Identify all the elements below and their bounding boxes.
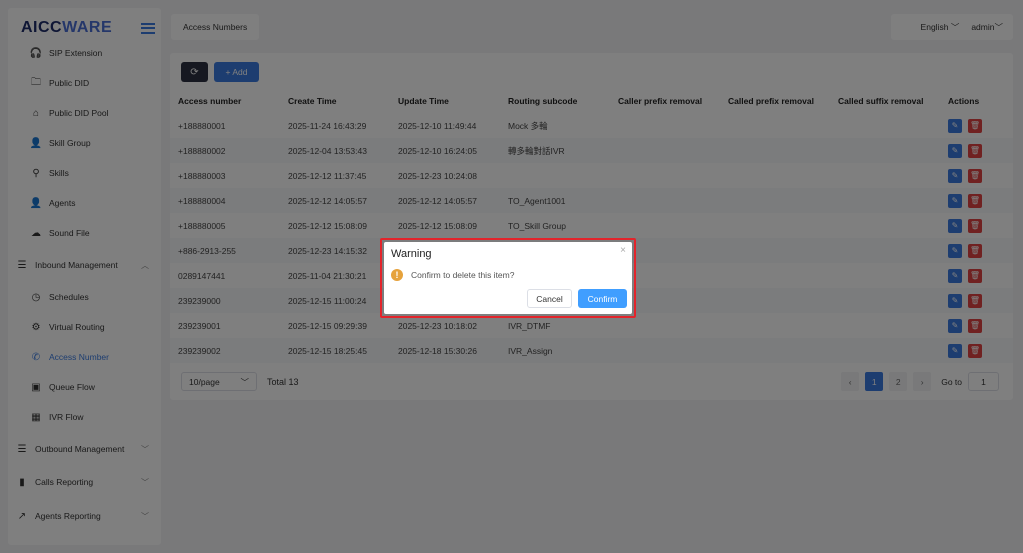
warning-dialog: Warning × ! Confirm to delete this item?… bbox=[384, 242, 632, 314]
cancel-button[interactable]: Cancel bbox=[527, 289, 572, 308]
warning-icon: ! bbox=[391, 269, 403, 281]
dialog-title: Warning bbox=[391, 248, 432, 260]
close-icon[interactable]: × bbox=[620, 245, 626, 256]
dialog-buttons: Cancel Confirm bbox=[527, 289, 627, 308]
dialog-message: Confirm to delete this item? bbox=[411, 270, 515, 280]
dialog-message-row: ! Confirm to delete this item? bbox=[391, 269, 514, 281]
confirm-button[interactable]: Confirm bbox=[578, 289, 627, 308]
app-root: AICCWARE 🎧SIP Extension🗀Public DID⌂Publi… bbox=[0, 0, 1023, 553]
